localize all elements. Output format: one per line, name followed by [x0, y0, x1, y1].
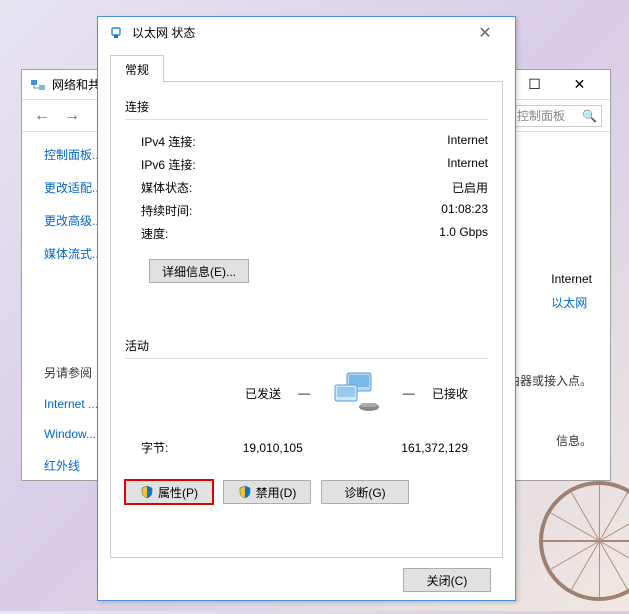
tab-content: 连接 IPv4 连接: Internet IPv6 连接: Internet 媒… [110, 82, 503, 558]
dash-icon: — [400, 386, 418, 400]
activity-group-label: 活动 [125, 337, 488, 354]
tab-strip: 常规 [110, 54, 503, 82]
back-arrow-icon[interactable]: ← [30, 104, 54, 128]
ipv6-row: IPv6 连接: Internet [125, 153, 488, 176]
sidebar-link-home[interactable]: 控制面板... [44, 146, 98, 163]
bg-sidebar: 控制面板... 更改适配... 更改高级... 媒体流式... 另请参阅 Int… [22, 132, 104, 480]
bg-ethernet-link[interactable]: 以太网 [551, 294, 592, 311]
dlg-titlebar: 以太网 状态 ✕ [98, 17, 515, 48]
shield-icon [140, 485, 154, 499]
properties-button[interactable]: 属性(P) [125, 480, 213, 504]
dash-icon: — [295, 386, 313, 400]
ethernet-status-dialog: 以太网 状态 ✕ 常规 连接 IPv4 连接: Internet IPv6 连接… [97, 16, 516, 601]
network-icon [30, 77, 46, 93]
bg-window-title: 网络和共 [52, 76, 100, 93]
duration-label: 持续时间: [141, 202, 192, 219]
bg-internet-label: Internet [551, 272, 592, 286]
divider [125, 119, 488, 120]
diagnose-button[interactable]: 诊断(G) [321, 480, 409, 504]
properties-button-label: 属性(P) [158, 484, 198, 501]
bg-router-text: 由器或接入点。 [508, 372, 592, 389]
close-button[interactable]: 关闭(C) [403, 568, 491, 592]
dlg-close-button[interactable]: ✕ [465, 19, 505, 47]
duration-row: 持续时间: 01:08:23 [125, 199, 488, 222]
speed-value: 1.0 Gbps [439, 225, 488, 242]
disable-button-label: 禁用(D) [256, 484, 297, 501]
sidebar-link-firewall[interactable]: Window... [44, 427, 98, 441]
bg-maximize-button[interactable]: ☐ [512, 71, 557, 99]
forward-arrow-icon[interactable]: → [60, 104, 84, 128]
sidebar-see-also-label: 另请参阅 [44, 364, 98, 381]
sidebar-link-infrared[interactable]: 红外线 [44, 457, 98, 474]
speed-row: 速度: 1.0 Gbps [125, 222, 488, 245]
computers-icon [327, 369, 385, 417]
ipv4-label: IPv4 连接: [141, 133, 196, 150]
sidebar-link-adapter[interactable]: 更改适配... [44, 179, 98, 196]
search-icon: 🔍 [582, 109, 597, 123]
bg-close-button[interactable]: ✕ [557, 71, 602, 99]
media-label: 媒体状态: [141, 179, 192, 196]
dlg-title: 以太网 状态 [132, 24, 195, 41]
ipv6-label: IPv6 连接: [141, 156, 196, 173]
ipv4-row: IPv4 连接: Internet [125, 130, 488, 153]
bg-info-text: 信息。 [556, 432, 592, 449]
connection-group-label: 连接 [125, 98, 488, 115]
bytes-recv-value: 161,372,129 [365, 441, 469, 455]
duration-value: 01:08:23 [441, 202, 488, 219]
media-row: 媒体状态: 已启用 [125, 176, 488, 199]
details-button[interactable]: 详细信息(E)... [149, 259, 249, 283]
divider [125, 358, 488, 359]
media-value: 已启用 [452, 179, 488, 196]
tab-general[interactable]: 常规 [110, 55, 164, 83]
sidebar-link-advanced[interactable]: 更改高级... [44, 212, 98, 229]
bytes-sent-value: 19,010,105 [221, 441, 365, 455]
ethernet-icon [108, 25, 124, 41]
ipv6-value: Internet [447, 156, 488, 173]
bytes-label: 字节: [141, 439, 221, 456]
ipv4-value: Internet [447, 133, 488, 150]
bg-search-box[interactable]: 控制面板 🔍 [512, 105, 602, 127]
speed-label: 速度: [141, 225, 168, 242]
shield-icon [238, 485, 252, 499]
disable-button[interactable]: 禁用(D) [223, 480, 311, 504]
sidebar-link-media[interactable]: 媒体流式... [44, 245, 98, 262]
sent-label: 已发送 [245, 385, 281, 402]
bg-breadcrumb-text: 控制面板 [517, 107, 565, 124]
recv-label: 已接收 [432, 385, 468, 402]
sidebar-link-internet[interactable]: Internet ... [44, 397, 98, 411]
decorative-background [539, 481, 629, 601]
